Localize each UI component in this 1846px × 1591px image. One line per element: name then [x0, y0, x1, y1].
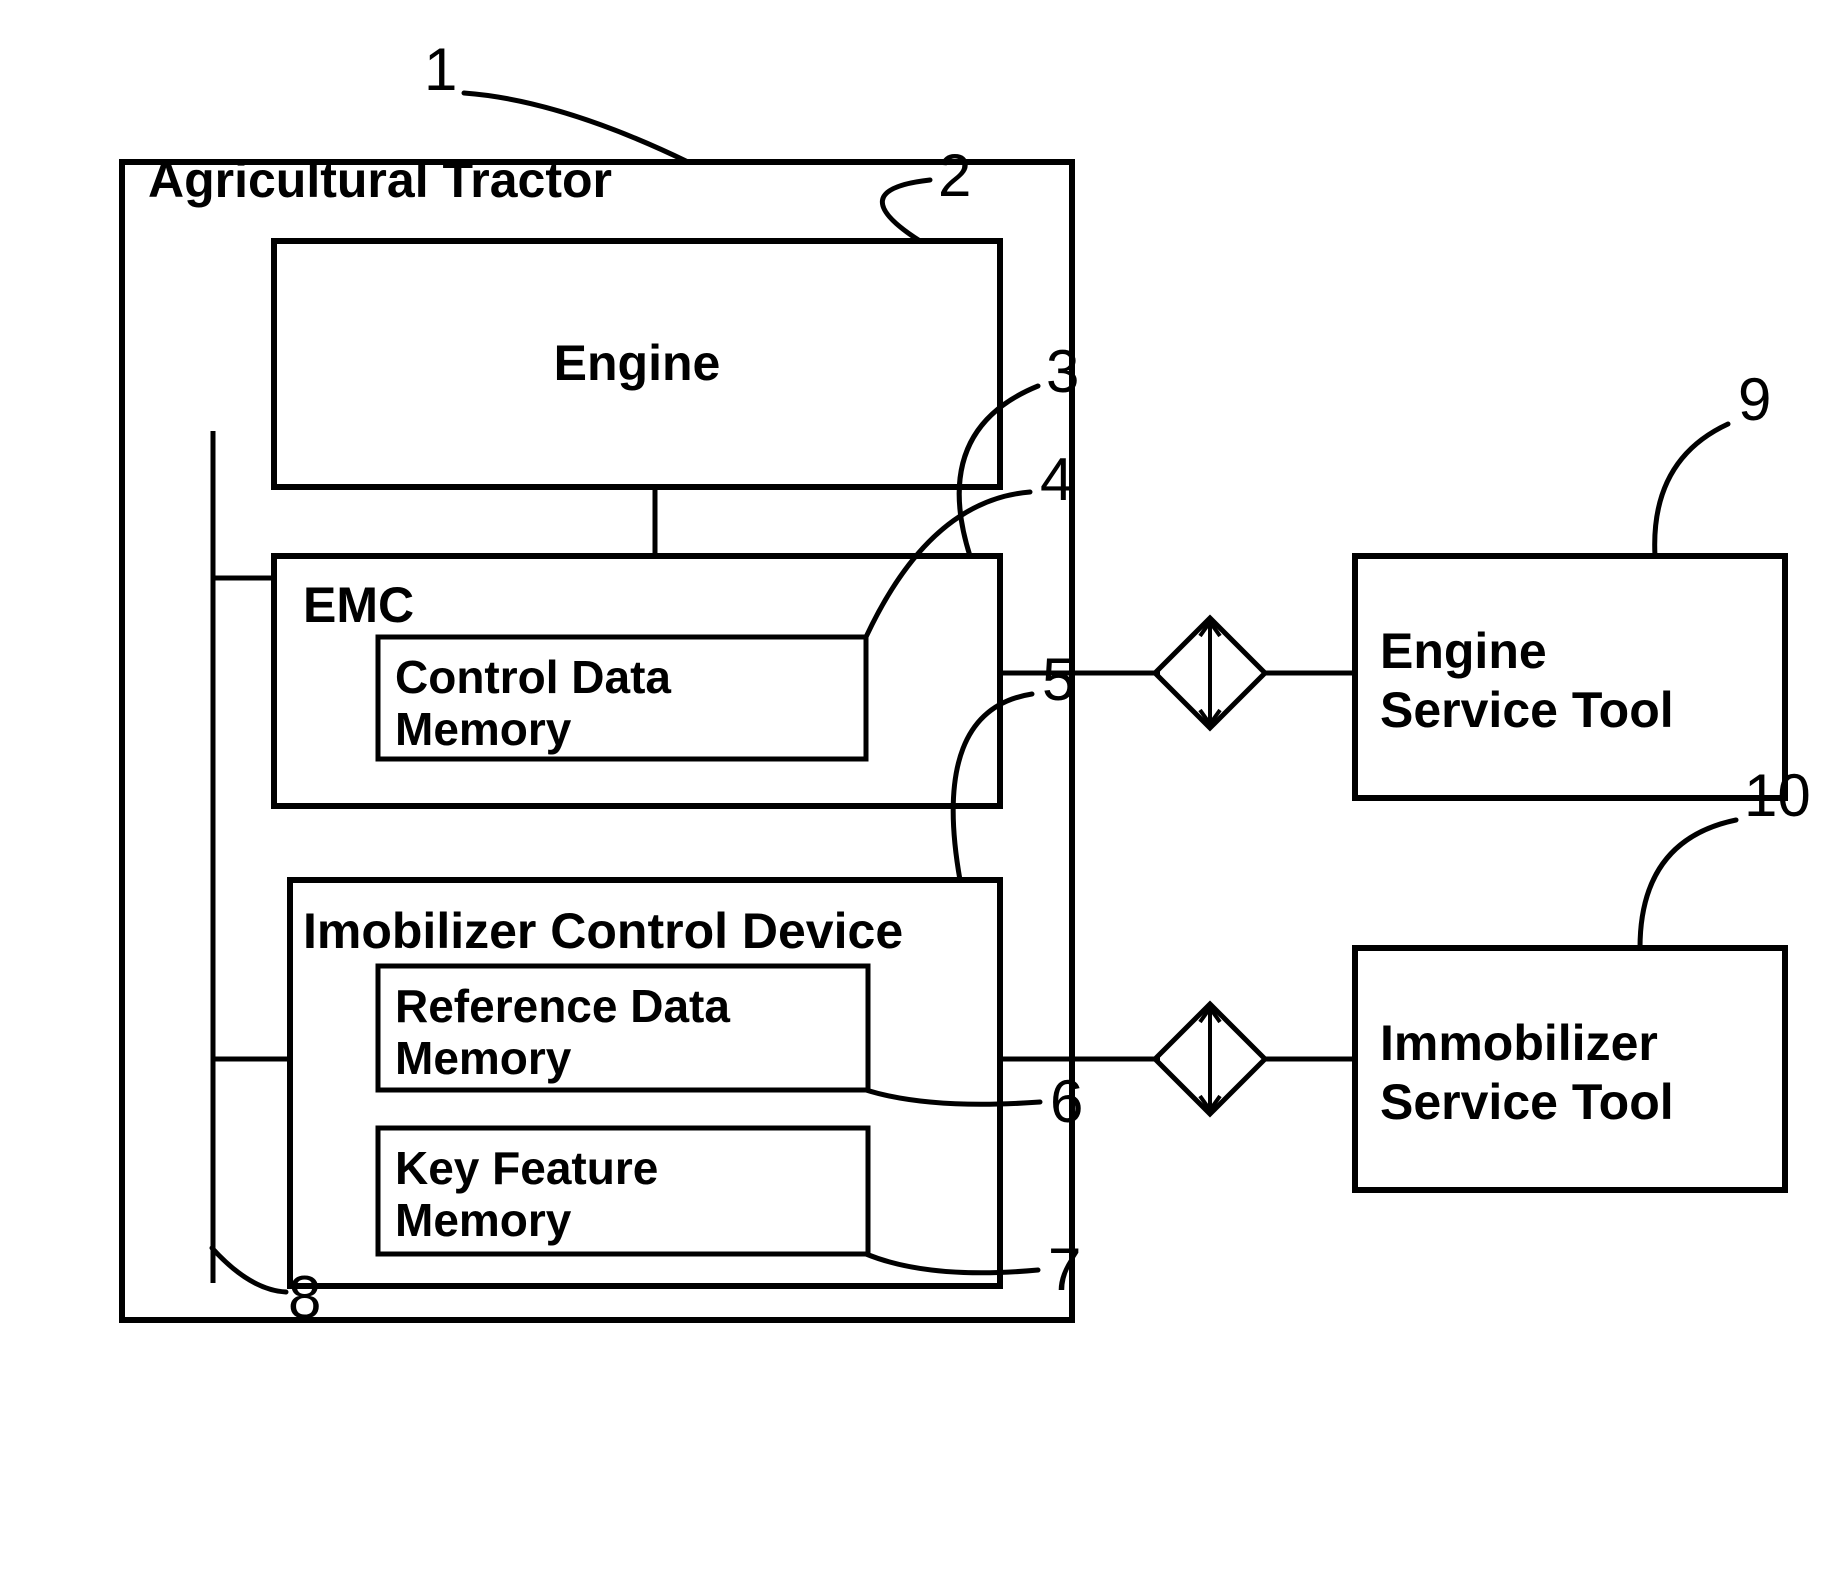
reference-numeral-10: 10 [1744, 762, 1811, 829]
reference-numeral-4: 4 [1040, 446, 1073, 513]
figure-canvas: Agricultural Tractor Engine EMC Control … [0, 0, 1846, 1591]
reference-data-memory-label-line2: Memory [395, 1032, 572, 1084]
control-data-memory-label-line1: Control Data [395, 651, 671, 703]
block-diagram-svg: Agricultural Tractor Engine EMC Control … [119, 36, 1811, 1331]
immobilizer-service-tool-label-line1: Immobilizer [1380, 1015, 1658, 1071]
leader-9 [1652, 421, 1731, 559]
reference-numeral-5: 5 [1042, 646, 1075, 713]
imobilizer-control-device-label: Imobilizer Control Device [303, 903, 903, 959]
engine-service-tool-label-line1: Engine [1380, 623, 1547, 679]
reference-numeral-2: 2 [938, 142, 971, 209]
reference-data-memory-label-line1: Reference Data [395, 980, 730, 1032]
key-feature-memory-label-line1: Key Feature [395, 1142, 658, 1194]
engine-interface-diamond [1151, 614, 1269, 732]
leader-8 [209, 1245, 289, 1295]
key-feature-memory-label-line2: Memory [395, 1194, 572, 1246]
reference-numeral-8: 8 [288, 1264, 321, 1331]
immobilizer-interface-diamond [1151, 1000, 1269, 1118]
leader-6 [863, 1087, 1043, 1107]
emc-label: EMC [303, 577, 414, 633]
engine-service-tool-label-line2: Service Tool [1380, 682, 1674, 738]
engine-label: Engine [554, 335, 721, 391]
leader-7 [863, 1251, 1041, 1276]
reference-numeral-9: 9 [1738, 366, 1771, 433]
reference-numeral-1: 1 [424, 36, 457, 103]
immobilizer-service-tool-label-line2: Service Tool [1380, 1074, 1674, 1130]
reference-numeral-3: 3 [1046, 338, 1079, 405]
control-data-memory-label-line2: Memory [395, 703, 572, 755]
agricultural-tractor-label: Agricultural Tractor [148, 152, 612, 208]
leader-10 [1637, 817, 1739, 951]
leader-5 [950, 691, 1035, 883]
reference-numeral-7: 7 [1048, 1236, 1081, 1303]
leader-4 [863, 489, 1033, 640]
leader-2 [879, 177, 933, 244]
reference-numeral-6: 6 [1050, 1068, 1083, 1135]
